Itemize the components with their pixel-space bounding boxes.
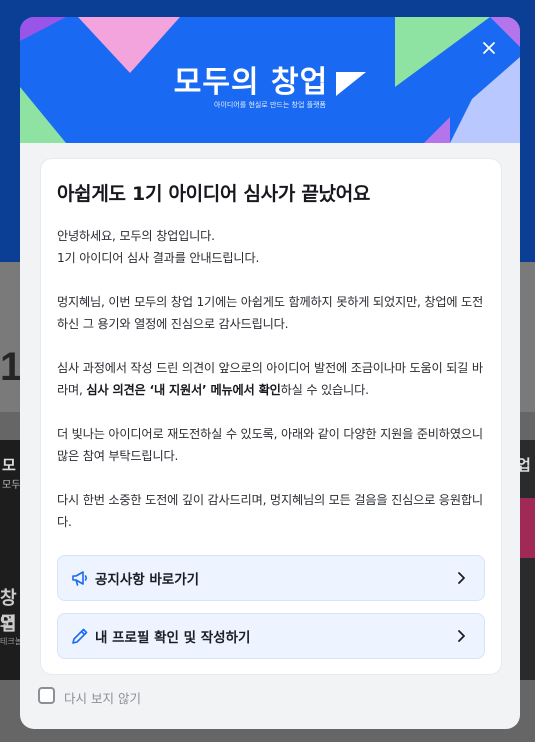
notice-paragraph-greeting: 안녕하세요, 모두의 창업입니다. 1기 아이디어 심사 결과를 안내드립니다. xyxy=(57,225,487,269)
banner-logo: 모두의 창업 xyxy=(20,57,520,101)
notice-link-label: 공지사항 바로가기 xyxy=(95,572,200,588)
notice-title: 아쉽게도 1기 아이디어 심사가 끝났어요 xyxy=(57,183,371,205)
profile-link-label: 내 프로필 확인 및 작성하기 xyxy=(95,630,251,646)
modal-banner: 모두의 창업 아이디어를 현실로 만드는 창업 플랫폼 xyxy=(20,17,520,143)
notice-paragraph-support: 더 빛나는 아이디어로 재도전하실 수 있도록, 아래와 같이 다양한 지원을 … xyxy=(57,427,483,463)
notice-paragraph-closing: 다시 한번 소중한 도전에 깊이 감사드리며, 멍지혜님의 모든 걸음을 진심으… xyxy=(57,493,483,529)
background-card-text: 모 xyxy=(2,456,16,474)
chevron-right-icon xyxy=(458,572,465,584)
pencil-icon xyxy=(72,628,88,644)
profile-link-button[interactable]: 내 프로필 확인 및 작성하기 xyxy=(57,613,485,659)
notice-text: 안녕하세요, 모두의 창업입니다. xyxy=(57,229,215,243)
background-card-text: 모 xyxy=(0,612,15,631)
notice-text-emphasis: 심사 의견은 ‘내 지원서’ 메뉴에서 확인 xyxy=(86,383,281,397)
flag-icon xyxy=(336,71,367,96)
megaphone-icon xyxy=(72,571,88,586)
notice-paragraph-thanks: 멍지혜님, 이번 모두의 창업 1기에는 아쉽게도 함께하지 못하게 되었지만,… xyxy=(57,295,484,331)
banner-subtitle: 아이디어를 현실로 만드는 창업 플랫폼 xyxy=(214,101,326,109)
notice-text: 1기 아이디어 심사 결과를 안내드립니다. xyxy=(57,251,260,265)
background-card-text: 모두 xyxy=(2,480,21,491)
dont-show-checkbox[interactable] xyxy=(38,687,55,704)
notice-text: 하실 수 있습니다. xyxy=(280,383,369,397)
banner-logo-text: 모두의 창업 xyxy=(173,65,329,100)
close-icon xyxy=(483,42,495,54)
dont-show-label: 다시 보지 않기 xyxy=(64,691,141,706)
notice-card: 아쉽게도 1기 아이디어 심사가 끝났어요 안녕하세요, 모두의 창업입니다. … xyxy=(40,158,502,675)
notice-link-button[interactable]: 공지사항 바로가기 xyxy=(57,555,485,601)
notice-modal: 모두의 창업 아이디어를 현실로 만드는 창업 플랫폼 아쉽게도 1기 아이디어… xyxy=(20,17,520,729)
notice-paragraph-feedback: 심사 과정에서 작성 드린 의견이 앞으로의 아이디어 발전에 조금이나마 도움… xyxy=(57,357,487,401)
background-card-text: 테크놀 xyxy=(0,637,23,646)
chevron-right-icon xyxy=(458,630,465,642)
close-button[interactable] xyxy=(478,37,500,59)
